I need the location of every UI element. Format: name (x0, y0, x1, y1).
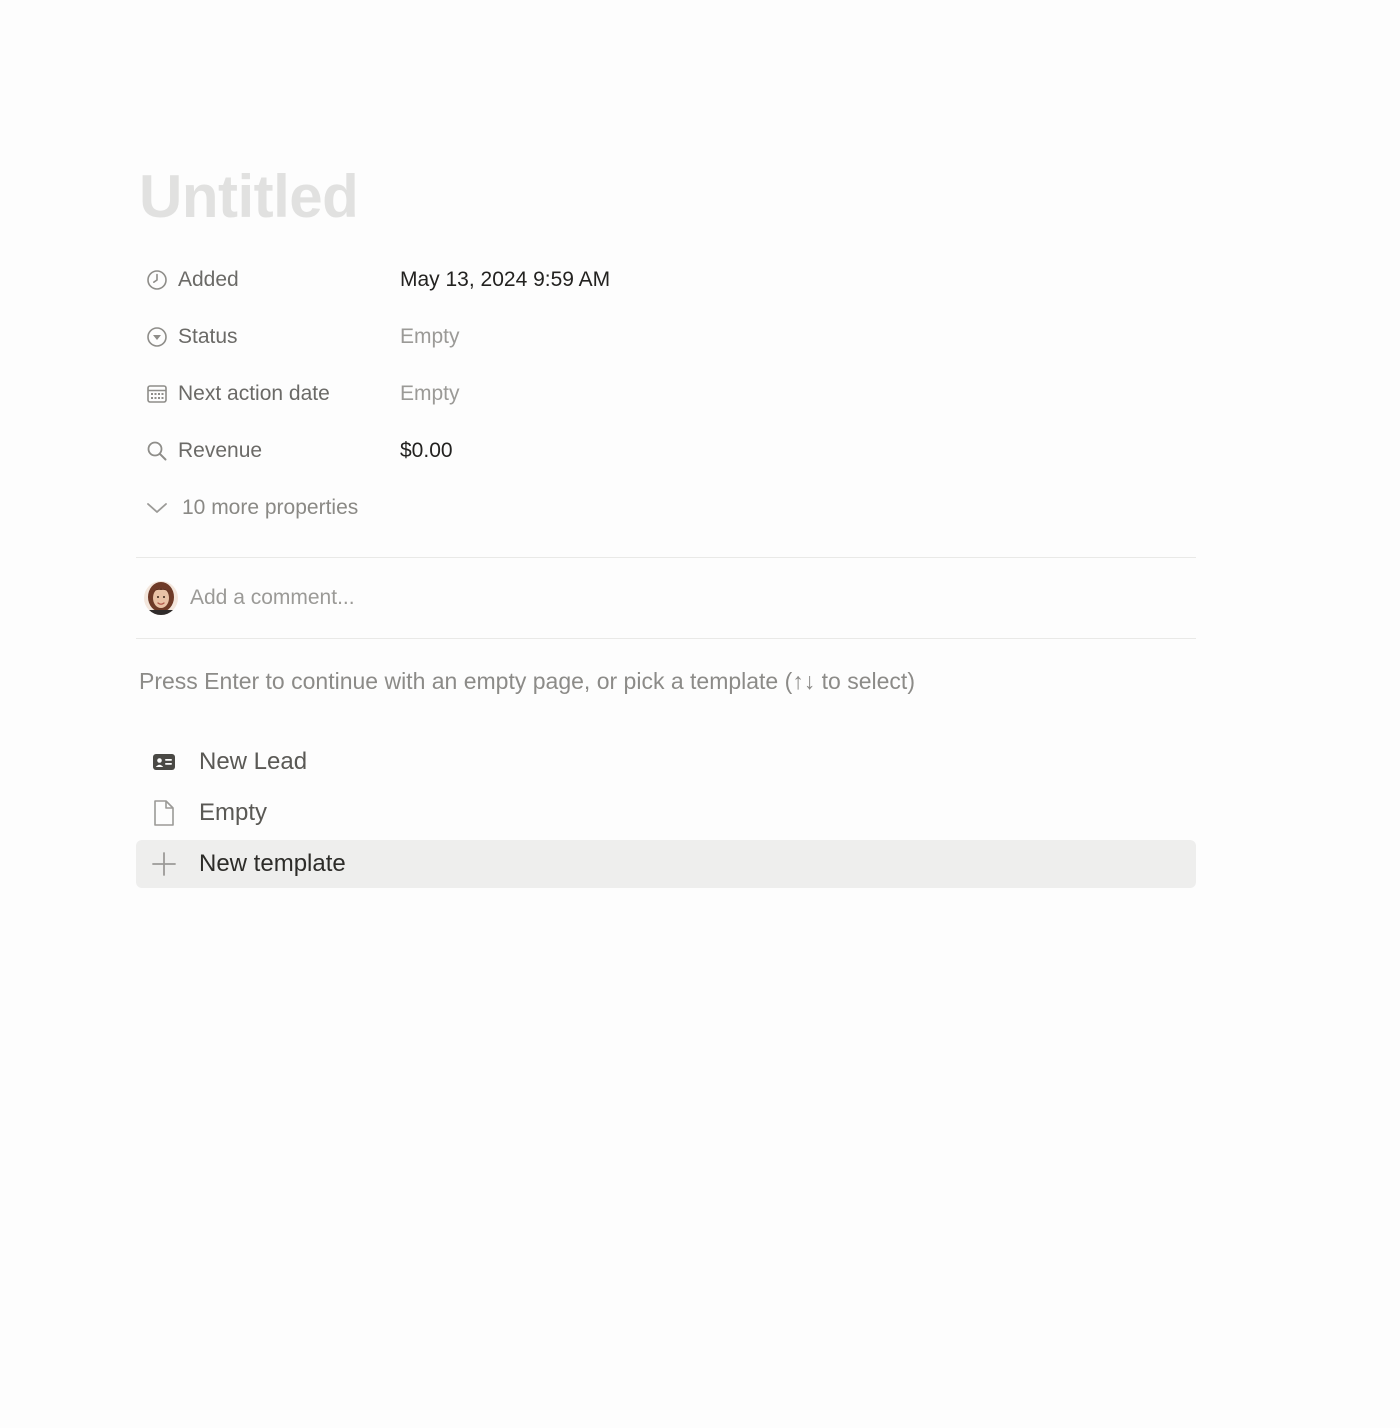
divider (136, 557, 1196, 558)
divider (136, 638, 1196, 639)
document-icon (149, 798, 179, 828)
template-item-new-lead[interactable]: New Lead (136, 738, 1196, 786)
template-hint: Press Enter to continue with an empty pa… (139, 668, 915, 694)
contact-card-icon (149, 747, 179, 777)
calendar-icon (144, 381, 170, 407)
comment-input[interactable] (190, 581, 790, 615)
property-name: Added (178, 267, 239, 291)
template-label: New Lead (199, 748, 308, 775)
property-row-next-action-date: Next action date Empty (136, 365, 1196, 422)
page: Untitled Added May 13, 2024 9:59 AM Stat… (0, 0, 1400, 1428)
property-name: Revenue (178, 438, 263, 462)
comment-bar (136, 572, 1196, 624)
search-icon (144, 438, 170, 464)
property-label-revenue[interactable]: Revenue (136, 431, 400, 471)
property-row-revenue: Revenue $0.00 (136, 422, 1196, 479)
property-value-status[interactable]: Empty (400, 317, 460, 357)
property-row-status: Status Empty (136, 308, 1196, 365)
template-list: New Lead Empty New template (136, 738, 1196, 891)
property-value-next-action-date[interactable]: Empty (400, 374, 460, 414)
status-icon (144, 324, 170, 350)
avatar (144, 581, 178, 615)
property-value-revenue[interactable]: $0.00 (400, 431, 453, 471)
properties-panel: Added May 13, 2024 9:59 AM Status Empty (136, 251, 1196, 536)
chevron-down-icon (144, 495, 170, 521)
property-name: Status (178, 324, 238, 348)
property-row-added: Added May 13, 2024 9:59 AM (136, 251, 1196, 308)
clock-icon (144, 267, 170, 293)
template-label: Empty (199, 799, 268, 826)
plus-icon (149, 849, 179, 879)
template-item-empty[interactable]: Empty (136, 789, 1196, 837)
more-properties-label: 10 more properties (182, 495, 359, 519)
property-label-added[interactable]: Added (136, 260, 400, 300)
property-label-status[interactable]: Status (136, 317, 400, 357)
property-value-added[interactable]: May 13, 2024 9:59 AM (400, 260, 610, 300)
property-label-next-action-date[interactable]: Next action date (136, 374, 400, 414)
property-name: Next action date (178, 381, 330, 405)
template-label: New template (199, 850, 346, 877)
more-properties-toggle[interactable]: 10 more properties (136, 479, 1196, 536)
template-item-new-template[interactable]: New template (136, 840, 1196, 888)
page-title[interactable]: Untitled (139, 162, 359, 232)
